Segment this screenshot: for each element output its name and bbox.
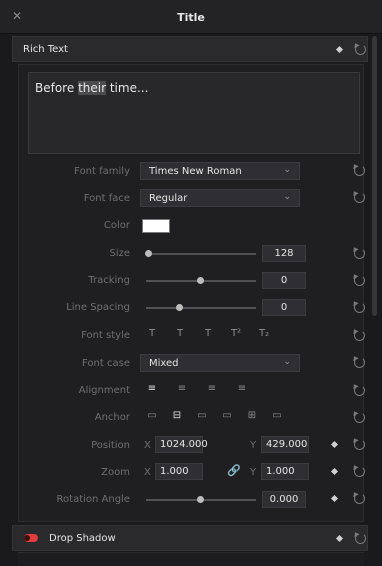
anchor-right-icon[interactable]: ▭ bbox=[271, 410, 283, 421]
reset-icon[interactable] bbox=[354, 330, 365, 341]
align-right-icon[interactable]: ≡ bbox=[206, 383, 218, 394]
drop-shadow-header[interactable]: Drop Shadow bbox=[12, 525, 368, 551]
rotation-angle-label: Rotation Angle bbox=[56, 494, 130, 505]
line-spacing-input[interactable]: 0 bbox=[262, 299, 306, 316]
reset-icon[interactable] bbox=[354, 165, 365, 176]
style-normal-icon[interactable]: T bbox=[146, 328, 158, 339]
font-face-label: Font face bbox=[83, 193, 130, 204]
drop-shadow-header-label: Drop Shadow bbox=[49, 533, 116, 544]
style-italic-icon[interactable]: T bbox=[174, 328, 186, 339]
reset-icon[interactable] bbox=[355, 533, 366, 544]
font-family-dropdown[interactable]: Times New Roman ⌄ bbox=[140, 162, 300, 180]
rich-text-header[interactable]: Rich Text bbox=[12, 36, 368, 62]
chevron-down-icon: ⌄ bbox=[283, 192, 291, 202]
drop-shadow-toggle[interactable] bbox=[24, 534, 38, 542]
line-spacing-label: Line Spacing bbox=[66, 302, 130, 313]
text-selection: their bbox=[78, 81, 107, 95]
alignment-label: Alignment bbox=[78, 385, 130, 396]
anchor-middle-icon[interactable]: ⊞ bbox=[246, 410, 258, 421]
window-titlebar: ✕ Title bbox=[0, 0, 382, 34]
zoom-x-input[interactable]: 1.000 bbox=[155, 463, 203, 480]
anchor-center-icon[interactable]: ⊟ bbox=[171, 410, 183, 421]
font-face-dropdown[interactable]: Regular ⌄ bbox=[140, 189, 300, 207]
anchor-left-icon[interactable]: ▭ bbox=[221, 410, 233, 421]
zoom-label: Zoom bbox=[101, 467, 130, 478]
color-label: Color bbox=[103, 220, 130, 231]
tracking-label: Tracking bbox=[88, 275, 130, 286]
font-case-value: Mixed bbox=[149, 358, 179, 369]
size-slider-track[interactable] bbox=[146, 253, 256, 255]
rotation-slider-knob[interactable] bbox=[197, 496, 204, 503]
position-y-input[interactable]: 429.000 bbox=[261, 436, 309, 453]
position-y-label: Y bbox=[250, 440, 257, 451]
font-face-value: Regular bbox=[149, 193, 188, 204]
rotation-input[interactable]: 0.000 bbox=[262, 491, 306, 508]
tracking-input[interactable]: 0 bbox=[262, 272, 306, 289]
align-left-icon[interactable]: ≡ bbox=[146, 383, 158, 394]
reset-icon[interactable] bbox=[354, 248, 365, 259]
anchor-label: Anchor bbox=[94, 412, 130, 423]
rich-text-header-label: Rich Text bbox=[23, 44, 68, 55]
font-style-buttons: T T T T² T₂ bbox=[146, 328, 270, 339]
color-swatch[interactable] bbox=[142, 219, 170, 233]
size-label: Size bbox=[109, 248, 130, 259]
font-family-label: Font family bbox=[74, 166, 130, 177]
font-style-label: Font style bbox=[81, 330, 130, 341]
position-x-label: X bbox=[144, 440, 151, 451]
anchor-top-icon[interactable]: ▭ bbox=[146, 410, 158, 421]
reset-icon[interactable] bbox=[354, 357, 365, 368]
size-input[interactable]: 128 bbox=[262, 245, 306, 262]
rich-text-editor[interactable]: Before their time... bbox=[28, 72, 360, 154]
zoom-y-input[interactable]: 1.000 bbox=[261, 463, 309, 480]
font-family-value: Times New Roman bbox=[149, 166, 242, 177]
align-justify-icon[interactable]: ≡ bbox=[236, 383, 248, 394]
align-center-icon[interactable]: ≡ bbox=[176, 383, 188, 394]
position-label: Position bbox=[91, 440, 130, 451]
keyframe-icon[interactable] bbox=[335, 534, 344, 543]
zoom-y-label: Y bbox=[250, 467, 257, 478]
anchor-buttons: ▭ ⊟ ▭ ▭ ⊞ ▭ bbox=[146, 410, 283, 421]
reset-icon[interactable] bbox=[355, 44, 366, 55]
style-subscript-icon[interactable]: T₂ bbox=[258, 328, 270, 339]
chevron-down-icon: ⌄ bbox=[283, 165, 291, 175]
reset-icon[interactable] bbox=[354, 275, 365, 286]
window-title: Title bbox=[177, 11, 205, 24]
reset-icon[interactable] bbox=[354, 439, 365, 450]
reset-icon[interactable] bbox=[354, 385, 365, 396]
line-spacing-slider-track[interactable] bbox=[146, 307, 256, 309]
text-segment: Before bbox=[35, 81, 79, 95]
position-x-input[interactable]: 1024.000 bbox=[155, 436, 208, 453]
size-slider-knob[interactable] bbox=[145, 250, 152, 257]
style-superscript-icon[interactable]: T² bbox=[230, 328, 242, 339]
scrollbar[interactable] bbox=[372, 36, 377, 316]
tracking-slider-knob[interactable] bbox=[197, 277, 204, 284]
chevron-down-icon: ⌄ bbox=[283, 357, 291, 367]
line-spacing-slider-knob[interactable] bbox=[176, 304, 183, 311]
font-case-label: Font case bbox=[82, 358, 130, 369]
anchor-bottom-icon[interactable]: ▭ bbox=[196, 410, 208, 421]
style-strikethrough-icon[interactable]: T bbox=[202, 328, 214, 339]
reset-icon[interactable] bbox=[354, 412, 365, 423]
reset-icon[interactable] bbox=[354, 302, 365, 313]
font-case-dropdown[interactable]: Mixed ⌄ bbox=[140, 354, 300, 372]
reset-icon[interactable] bbox=[354, 493, 365, 504]
reset-icon[interactable] bbox=[354, 466, 365, 477]
alignment-buttons: ≡ ≡ ≡ ≡ bbox=[146, 383, 248, 394]
keyframe-icon[interactable] bbox=[335, 45, 344, 54]
link-icon[interactable]: 🔗 bbox=[227, 464, 241, 477]
bottom-panel-edge bbox=[18, 552, 364, 566]
reset-icon[interactable] bbox=[354, 192, 365, 203]
text-segment: time... bbox=[106, 81, 149, 95]
zoom-x-label: X bbox=[144, 467, 151, 478]
